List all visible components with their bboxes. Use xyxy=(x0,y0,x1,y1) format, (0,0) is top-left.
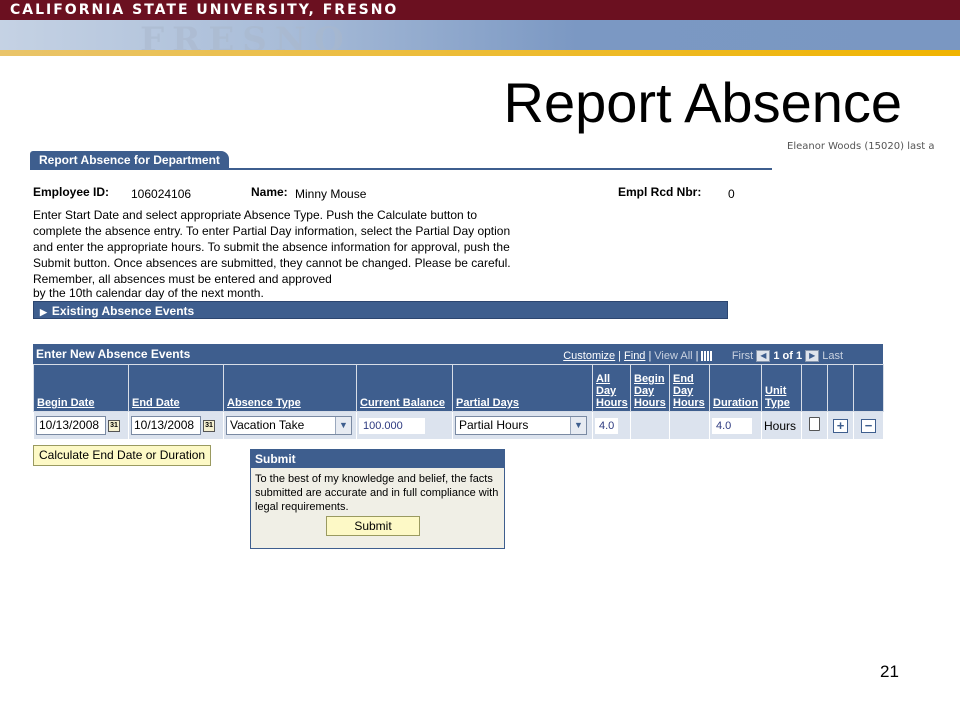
tab-underline xyxy=(30,168,772,170)
next-arrow-icon[interactable]: ▶ xyxy=(805,350,820,363)
employee-id-value: 106024106 xyxy=(131,187,192,201)
end-day-hours-cell[interactable] xyxy=(669,411,710,440)
notes-icon[interactable] xyxy=(809,417,820,431)
name-value: Minny Mouse xyxy=(295,187,367,201)
submit-panel: Submit To the best of my knowledge and b… xyxy=(250,449,505,549)
instructions-text: Enter Start Date and select appropriate … xyxy=(33,208,511,286)
partial-days-select[interactable]: Partial Hours ▼ xyxy=(455,416,587,435)
col-end-day-hours[interactable]: End Day Hours xyxy=(669,364,710,412)
grid-navigation: Customize | Find | View All | First ◀ 1 of 1 … xyxy=(563,350,843,363)
calculate-end-date-button[interactable]: Calculate End Date or Duration xyxy=(33,445,212,466)
absence-type-select[interactable]: Vacation Take ▼ xyxy=(226,416,352,435)
grid-title-bar: Enter New Absence Events Customize | Find |… xyxy=(33,344,883,364)
col-begin-date[interactable]: Begin Date xyxy=(33,364,129,412)
last-label: Last xyxy=(822,350,843,362)
employee-id-label: Employee ID: xyxy=(33,185,110,199)
current-balance-value: 100.000 xyxy=(359,417,425,434)
all-day-hours-input[interactable]: 4.0 xyxy=(595,417,619,434)
col-all-day-hours[interactable]: All Day Hours xyxy=(592,364,631,412)
col-absence-type[interactable]: Absence Type xyxy=(223,364,357,412)
col-add xyxy=(827,364,854,412)
begin-day-hours-cell[interactable] xyxy=(630,411,670,440)
col-notes xyxy=(801,364,828,412)
table-row: 10/13/2008 31 10/13/2008 31 Vacation Take ▼… xyxy=(33,411,884,440)
find-link[interactable]: Find xyxy=(624,350,645,362)
calendar-icon[interactable]: 31 xyxy=(203,419,215,432)
duration-value: 4.0 xyxy=(712,417,752,434)
partial-days-value: Partial Hours xyxy=(459,418,529,432)
submit-heading: Submit xyxy=(251,450,504,468)
spreadsheet-icon[interactable] xyxy=(701,351,714,362)
instructions-last-line: by the 10th calendar day of the next mon… xyxy=(33,286,264,300)
col-duration[interactable]: Duration xyxy=(709,364,762,412)
name-label: Name: xyxy=(251,185,288,199)
col-delete xyxy=(853,364,884,412)
col-begin-day-hours[interactable]: Begin Day Hours xyxy=(630,364,670,412)
triangle-right-icon: ▶ xyxy=(40,307,47,317)
unit-type-value: Hours xyxy=(761,411,802,440)
add-row-icon[interactable]: + xyxy=(833,418,848,433)
calendar-icon[interactable]: 31 xyxy=(108,419,120,432)
col-partial-days[interactable]: Partial Days xyxy=(452,364,593,412)
existing-absence-events-toggle[interactable]: ▶ Existing Absence Events xyxy=(33,301,728,319)
begin-date-input[interactable]: 10/13/2008 xyxy=(36,416,106,435)
row-range: 1 of 1 xyxy=(773,350,803,362)
empl-rcd-value: 0 xyxy=(728,187,735,201)
submit-button[interactable]: Submit xyxy=(326,516,420,536)
absence-table: Begin Date End Date Absence Type Current… xyxy=(33,364,884,440)
new-absence-events-grid: Enter New Absence Events Customize | Find |… xyxy=(33,344,884,440)
page-number: 21 xyxy=(880,662,899,681)
banner-blue-bar: FRESNO xyxy=(0,20,960,56)
user-info: Eleanor Woods (15020) last a xyxy=(787,141,935,152)
col-unit-type[interactable]: Unit Type xyxy=(761,364,802,412)
col-current-balance[interactable]: Current Balance xyxy=(356,364,453,412)
chevron-down-icon: ▼ xyxy=(335,417,351,434)
delete-row-icon[interactable]: − xyxy=(861,418,876,433)
end-date-input[interactable]: 10/13/2008 xyxy=(131,416,201,435)
previous-arrow-icon[interactable]: ◀ xyxy=(756,350,771,363)
banner-maroon-bar: CALIFORNIA STATE UNIVERSITY, FRESNO xyxy=(0,0,960,20)
col-end-date[interactable]: End Date xyxy=(128,364,224,412)
table-header-row: Begin Date End Date Absence Type Current… xyxy=(33,364,884,412)
university-name: CALIFORNIA STATE UNIVERSITY, FRESNO xyxy=(10,2,399,18)
customize-link[interactable]: Customize xyxy=(563,350,615,362)
grid-title: Enter New Absence Events xyxy=(36,347,191,361)
existing-absence-events-label: Existing Absence Events xyxy=(51,304,195,318)
tab-report-absence-department[interactable]: Report Absence for Department xyxy=(30,151,229,169)
absence-type-value: Vacation Take xyxy=(230,418,305,432)
slide-title: Report Absence xyxy=(503,71,902,134)
empl-rcd-label: Empl Rcd Nbr: xyxy=(618,185,702,199)
chevron-down-icon: ▼ xyxy=(570,417,586,434)
banner-gold-stripe xyxy=(0,50,960,56)
view-all-link[interactable]: View All xyxy=(654,350,692,362)
first-label: First xyxy=(731,350,754,362)
university-banner: CALIFORNIA STATE UNIVERSITY, FRESNO FRES… xyxy=(0,0,960,56)
submit-certification-text: To the best of my knowledge and belief, … xyxy=(255,473,499,513)
